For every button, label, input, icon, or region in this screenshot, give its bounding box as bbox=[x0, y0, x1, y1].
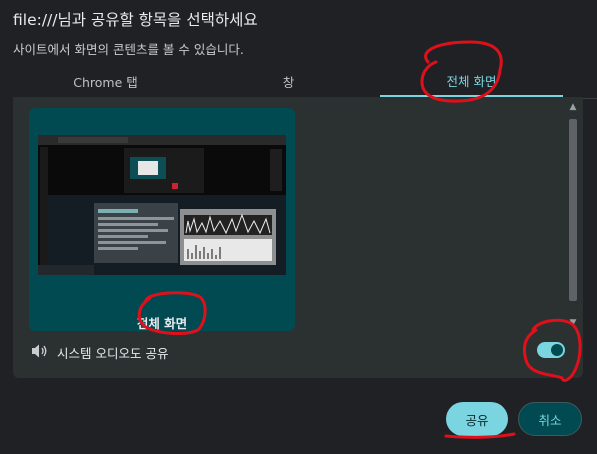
system-audio-toggle[interactable] bbox=[537, 342, 565, 358]
source-panel: 전체 화면 ▲ ▼ 시스템 오디오도 공유 bbox=[13, 97, 583, 378]
tab-chrome-tab[interactable]: Chrome 탭 bbox=[14, 66, 197, 97]
tab-window[interactable]: 창 bbox=[197, 66, 380, 97]
source-list: 전체 화면 bbox=[13, 97, 565, 333]
entire-screen-label: 전체 화면 bbox=[136, 316, 188, 331]
share-button[interactable]: 공유 bbox=[446, 402, 508, 436]
speaker-icon bbox=[32, 344, 47, 358]
screen-preview-image bbox=[38, 135, 286, 275]
entire-screen-source[interactable]: 전체 화면 bbox=[29, 108, 295, 331]
cancel-button[interactable]: 취소 bbox=[518, 402, 582, 436]
toggle-knob bbox=[551, 344, 563, 356]
dialog-subtitle: 사이트에서 화면의 콘텐츠를 볼 수 있습니다. bbox=[13, 42, 244, 57]
system-audio-row: 시스템 오디오도 공유 bbox=[13, 333, 583, 369]
source-list-scrollbar[interactable]: ▲ ▼ bbox=[565, 97, 581, 333]
source-tabs: Chrome 탭 창 전체 화면 bbox=[14, 66, 597, 99]
screen-thumbnail bbox=[38, 135, 286, 275]
tab-entire-screen[interactable]: 전체 화면 bbox=[380, 66, 563, 97]
dialog-title: file:///님과 공유할 항목을 선택하세요 bbox=[13, 11, 258, 29]
scroll-down-arrow-icon[interactable]: ▼ bbox=[565, 315, 581, 331]
scroll-thumb[interactable] bbox=[569, 119, 577, 301]
scroll-up-arrow-icon[interactable]: ▲ bbox=[565, 99, 581, 115]
system-audio-label: 시스템 오디오도 공유 bbox=[57, 346, 169, 361]
